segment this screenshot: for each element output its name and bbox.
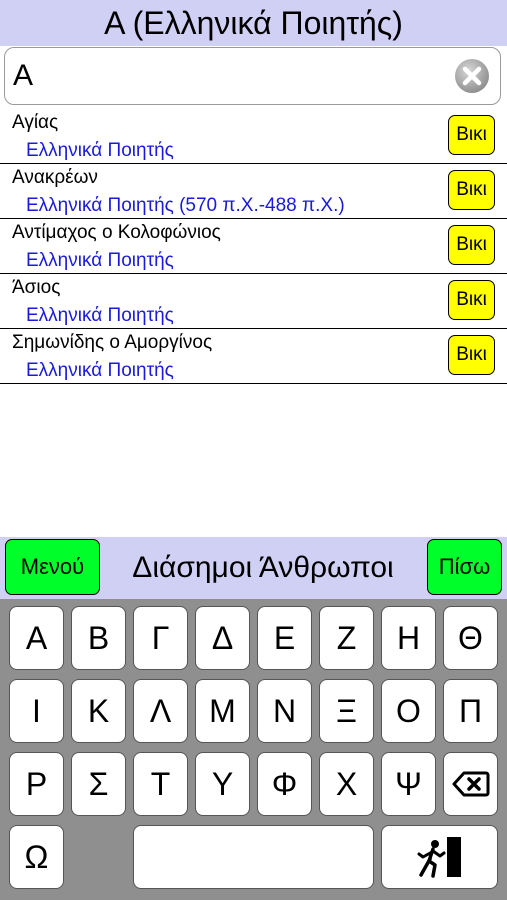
key-iota[interactable]: Ι — [9, 679, 64, 743]
key-phi[interactable]: Φ — [257, 752, 312, 816]
key-epsilon[interactable]: Ε — [257, 606, 312, 670]
exit-key[interactable] — [381, 825, 498, 889]
poet-subtitle: Ελληνικά Ποιητής — [26, 305, 174, 326]
search-input[interactable]: Α — [13, 59, 454, 93]
list-item[interactable]: Αγίας Ελληνικά Ποιητής Βικι — [0, 109, 507, 164]
poet-name: Σημωνίδης ο Αμοργίνος — [12, 332, 213, 353]
greek-keyboard: Α Β Γ Δ Ε Ζ Η Θ Ι Κ Λ Μ Ν Ξ Ο Π Ρ Σ Τ Υ … — [0, 599, 507, 900]
key-kappa[interactable]: Κ — [71, 679, 126, 743]
poet-subtitle: Ελληνικά Ποιητής (570 π.Χ.-488 π.Χ.) — [26, 195, 345, 216]
clear-x-icon[interactable] — [454, 58, 490, 94]
key-delta[interactable]: Δ — [195, 606, 250, 670]
key-omega[interactable]: Ω — [9, 825, 64, 889]
space-key[interactable] — [133, 825, 374, 889]
key-xi[interactable]: Ξ — [319, 679, 374, 743]
list-item[interactable]: Αντίμαχος ο Κολοφώνιος Ελληνικά Ποιητής … — [0, 219, 507, 274]
poet-subtitle: Ελληνικά Ποιητής — [26, 360, 174, 381]
wiki-button[interactable]: Βικι — [448, 280, 495, 320]
list-item[interactable]: Ανακρέων Ελληνικά Ποιητής (570 π.Χ.-488 … — [0, 164, 507, 219]
key-upsilon[interactable]: Υ — [195, 752, 250, 816]
key-rho[interactable]: Ρ — [9, 752, 64, 816]
key-beta[interactable]: Β — [71, 606, 126, 670]
key-zeta[interactable]: Ζ — [319, 606, 374, 670]
poet-subtitle: Ελληνικά Ποιητής — [26, 250, 174, 271]
key-pi[interactable]: Π — [443, 679, 498, 743]
page-title: Α (Ελληνικά Ποιητής) — [104, 4, 403, 41]
list-item[interactable]: Άσιος Ελληνικά Ποιητής Βικι — [0, 274, 507, 329]
poet-subtitle: Ελληνικά Ποιητής — [26, 140, 174, 161]
results-list: Αγίας Ελληνικά Ποιητής Βικι Ανακρέων Ελλ… — [0, 109, 507, 384]
key-nu[interactable]: Ν — [257, 679, 312, 743]
poet-name: Ανακρέων — [12, 167, 98, 188]
backspace-key[interactable] — [443, 752, 498, 816]
key-omicron[interactable]: Ο — [381, 679, 436, 743]
back-button[interactable]: Πίσω — [427, 539, 502, 595]
exit-door-icon — [417, 837, 461, 878]
nav-title: Διάσημοι Άνθρωποι — [132, 551, 394, 584]
backspace-icon — [452, 771, 489, 797]
poet-name: Αντίμαχος ο Κολοφώνιος — [12, 222, 221, 243]
key-gamma[interactable]: Γ — [133, 606, 188, 670]
key-theta[interactable]: Θ — [443, 606, 498, 670]
search-box[interactable]: Α — [4, 47, 501, 105]
key-psi[interactable]: Ψ — [381, 752, 436, 816]
wiki-button[interactable]: Βικι — [448, 170, 495, 210]
bottom-nav-bar: Μενού Διάσημοι Άνθρωποι Πίσω — [0, 537, 507, 599]
list-item[interactable]: Σημωνίδης ο Αμοργίνος Ελληνικά Ποιητής Β… — [0, 329, 507, 384]
poet-name: Αγίας — [12, 112, 59, 133]
menu-button[interactable]: Μενού — [5, 539, 100, 595]
wiki-button[interactable]: Βικι — [448, 225, 495, 265]
wiki-button[interactable]: Βικι — [448, 115, 495, 155]
key-sigma[interactable]: Σ — [71, 752, 126, 816]
key-alpha[interactable]: Α — [9, 606, 64, 670]
wiki-button[interactable]: Βικι — [448, 335, 495, 375]
key-tau[interactable]: Τ — [133, 752, 188, 816]
key-eta[interactable]: Η — [381, 606, 436, 670]
key-chi[interactable]: Χ — [319, 752, 374, 816]
key-lambda[interactable]: Λ — [133, 679, 188, 743]
poet-name: Άσιος — [12, 277, 61, 298]
key-mu[interactable]: Μ — [195, 679, 250, 743]
title-bar: Α (Ελληνικά Ποιητής) — [0, 0, 507, 46]
